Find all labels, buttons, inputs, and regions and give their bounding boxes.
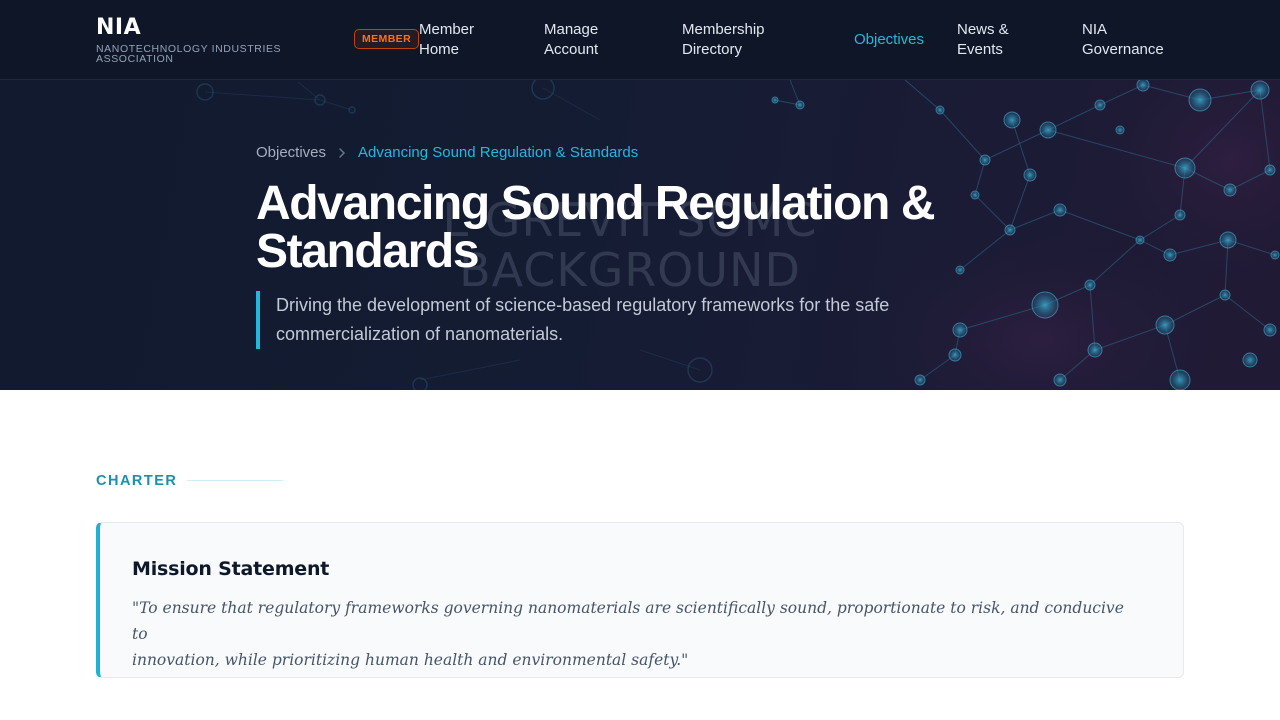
nav-label-line2: Events [957, 41, 1003, 58]
page-title: Advancing Sound Regulation & Standards [256, 180, 1016, 276]
nav-label-line1: Member [419, 21, 475, 38]
nav-item-objectives[interactable]: Objectives [854, 30, 924, 50]
mission-quote: "To ensure that regulatory frameworks go… [132, 595, 1142, 673]
section-label-charter: CHARTER [96, 473, 178, 489]
mission-statement-card: Mission Statement "To ensure that regula… [96, 522, 1184, 678]
top-navigation: NIA NANOTECHNOLOGY INDUSTRIES ASSOCIATIO… [0, 0, 1280, 80]
nav-label-line1: News & [957, 21, 1009, 38]
nav-item-member-home[interactable]: Member Home [419, 20, 474, 60]
nav-label-line1: NIA [1082, 21, 1108, 38]
mission-quote-line2: innovation, while prioritizing human hea… [132, 651, 689, 669]
brand-logo[interactable]: NIA NANOTECHNOLOGY INDUSTRIES ASSOCIATIO… [96, 15, 296, 64]
mission-title: Mission Statement [132, 558, 330, 580]
brand-name: NIA [96, 15, 142, 40]
nav-item-membership-directory[interactable]: Membership Directory [682, 20, 765, 60]
member-badge: MEMBER [354, 29, 420, 49]
nav-item-nia-governance[interactable]: NIA Governance [1082, 20, 1164, 60]
nav-label-line2: Account [544, 41, 599, 58]
nav-label-line2: Directory [682, 41, 743, 58]
section-divider [187, 480, 283, 481]
breadcrumb-current: Advancing Sound Regulation & Standards [358, 144, 639, 161]
nav-label-line2: Governance [1082, 41, 1164, 58]
breadcrumb-link-objectives[interactable]: Objectives [256, 144, 326, 162]
nav-label: Objectives [854, 31, 925, 48]
nav-item-news-events[interactable]: News & Events [957, 20, 1009, 60]
nav-label-line1: Membership [682, 21, 765, 38]
page-title-line1: Advancing Sound Regulation & [256, 177, 936, 230]
page-title-line2: Standards [256, 225, 480, 278]
hero-lead-line1: Driving the development of science-based… [276, 295, 890, 315]
nav-label-line1: Manage [544, 21, 599, 38]
nav-item-manage-account[interactable]: Manage Account [544, 20, 598, 60]
hero-lead-text: Driving the development of science-based… [256, 291, 956, 349]
chevron-right-icon [338, 147, 346, 159]
brand-subtitle: NANOTECHNOLOGY INDUSTRIES ASSOCIATION [96, 43, 282, 65]
hero-banner: L GREVIT SOMC BACKGROUND Objectives Adva… [0, 80, 1280, 390]
mission-quote-line1: "To ensure that regulatory frameworks go… [132, 599, 1124, 643]
breadcrumb: Objectives Advancing Sound Regulation & … [256, 144, 638, 162]
nav-label-line2: Home [419, 41, 460, 58]
hero-lead-line2: commercialization of nanomaterials. [276, 324, 564, 344]
